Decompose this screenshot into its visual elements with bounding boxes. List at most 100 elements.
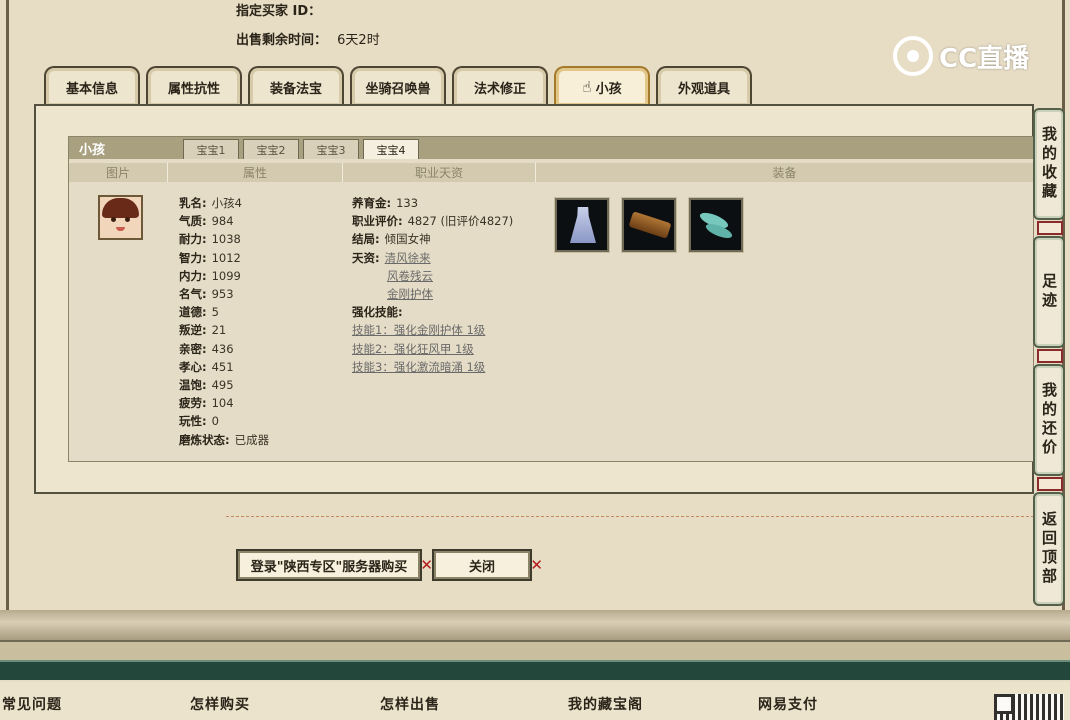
close-mark-icon: ✕ xyxy=(530,556,543,574)
tab-appearance-items[interactable]: 外观道具 xyxy=(656,66,752,106)
skill-row: 技能3：强化激流暗涌 1级 xyxy=(352,358,513,376)
side-nav-label: 足迹 xyxy=(1040,273,1058,311)
dashed-divider xyxy=(226,516,1034,517)
attr-key: 叛逆: xyxy=(179,323,207,338)
column-header-career: 职业天资 xyxy=(343,163,535,182)
career-row: 职业评价: 4827 (旧评价4827) xyxy=(352,212,513,230)
close-button[interactable]: 关闭 ✕ xyxy=(432,549,543,581)
side-nav-connector xyxy=(1037,349,1063,363)
equipment-slot-dress[interactable] xyxy=(555,198,609,252)
cc-logo-icon xyxy=(893,36,933,76)
attr-row: 乳名: 小孩4 xyxy=(179,194,269,212)
attr-row: 内力: 1099 xyxy=(179,267,269,285)
tab-mount-summon[interactable]: 坐骑召唤兽 xyxy=(350,66,446,106)
side-nav-my-favorites[interactable]: 我的收藏 xyxy=(1033,108,1065,220)
qr-code-icon xyxy=(994,694,1064,720)
attr-row: 磨炼状态: 已成器 xyxy=(179,431,269,449)
attr-value: 984 xyxy=(211,214,234,229)
bottom-decoration xyxy=(0,640,1070,660)
attribute-list: 乳名: 小孩4 气质: 984 耐力: 1038 智力: 1012 内力: 1099 名气… xyxy=(179,194,269,449)
attr-value: 104 xyxy=(211,396,234,411)
sale-remaining-time-value: 6天2时 xyxy=(337,33,380,48)
column-header-equipment: 装备 xyxy=(536,163,1033,182)
equipment-slot-guqin[interactable] xyxy=(622,198,676,252)
attr-row: 亲密: 436 xyxy=(179,340,269,358)
footer-link-netease-pay[interactable]: 网易支付 xyxy=(758,694,818,714)
side-nav-my-counteroffer[interactable]: 我的还价 xyxy=(1033,364,1065,476)
close-button-label: 关闭 xyxy=(468,559,495,575)
attr-row: 智力: 1012 xyxy=(179,249,269,267)
attr-row: 疲劳: 104 xyxy=(179,394,269,412)
talent-link[interactable]: 金刚护体 xyxy=(387,285,513,303)
attr-row: 耐力: 1038 xyxy=(179,230,269,248)
talent-link[interactable]: 风卷残云 xyxy=(387,267,513,285)
tab-spell-correction[interactable]: 法术修正 xyxy=(452,66,548,106)
left-frame-line xyxy=(6,0,9,610)
career-key: 养育金: xyxy=(352,196,392,210)
sub-tab-baby-4[interactable]: 宝宝4 xyxy=(363,139,419,159)
footer-link-how-to-buy[interactable]: 怎样购买 xyxy=(190,694,250,714)
attr-key: 名气: xyxy=(179,287,207,302)
skill-link[interactable]: 技能2：强化狂风甲 1级 xyxy=(352,342,474,356)
career-key: 结局: xyxy=(352,232,380,247)
career-value: 4827 (旧评价4827) xyxy=(407,214,514,229)
attr-value: 1038 xyxy=(211,232,241,247)
career-row: 天资: 清风徐来 xyxy=(352,249,513,267)
attr-value: 436 xyxy=(211,341,234,356)
footer-nav: 常见问题 怎样购买 怎样出售 我的藏宝阁 网易支付 xyxy=(0,682,1070,720)
skill-link[interactable]: 技能1：强化金刚护体 1级 xyxy=(352,323,485,337)
attr-value: 1012 xyxy=(211,250,241,265)
avatar-eye xyxy=(111,217,116,222)
buy-on-shaanxi-server-button[interactable]: 登录"陕西专区"服务器购买 ✕ xyxy=(236,549,433,581)
sub-tab-baby-1[interactable]: 宝宝1 xyxy=(183,139,239,159)
equipment-slot-shoes[interactable] xyxy=(689,198,743,252)
sub-tab-baby-3[interactable]: 宝宝3 xyxy=(303,139,359,159)
sale-remaining-time-row: 出售剩余时间： 6天2时 xyxy=(236,29,380,48)
attr-key: 孝心: xyxy=(179,359,207,374)
tab-basic-info[interactable]: 基本信息 xyxy=(44,66,140,106)
attr-key: 耐力: xyxy=(179,232,207,247)
career-row: 强化技能: xyxy=(352,303,513,321)
side-nav-back-to-top[interactable]: 返回顶部 xyxy=(1033,492,1065,606)
attr-value: 已成器 xyxy=(234,432,270,447)
footer-link-faq[interactable]: 常见问题 xyxy=(2,694,62,714)
tab-attribute-resistance[interactable]: 属性抗性 xyxy=(146,66,242,106)
attr-key: 亲密: xyxy=(179,341,207,356)
child-detail-title: 小孩 xyxy=(79,142,106,158)
career-value: 133 xyxy=(396,196,419,210)
career-row: 结局: 倾国女神 xyxy=(352,230,513,248)
attr-value: 1099 xyxy=(211,268,241,283)
designated-buyer-label: 指定买家 ID： xyxy=(236,4,322,19)
side-nav-label: 返回顶部 xyxy=(1040,511,1058,587)
talent-link[interactable]: 清风徐来 xyxy=(385,251,431,265)
footer-link-how-to-sell[interactable]: 怎样出售 xyxy=(380,694,440,714)
attr-key: 玩性: xyxy=(179,414,207,429)
hand-cursor-icon: ☝ xyxy=(582,78,592,96)
tab-child[interactable]: ☝ 小孩 xyxy=(554,66,650,106)
side-nav-footprints[interactable]: 足迹 xyxy=(1033,236,1065,348)
buy-button-label: 登录"陕西专区"服务器购买 xyxy=(250,559,408,575)
tab-equipment-treasure[interactable]: 装备法宝 xyxy=(248,66,344,106)
sub-tab-baby-2[interactable]: 宝宝2 xyxy=(243,139,299,159)
attr-row: 温饱: 495 xyxy=(179,376,269,394)
skill-link[interactable]: 技能3：强化激流暗涌 1级 xyxy=(352,360,485,374)
attr-key: 磨炼状态: xyxy=(179,432,230,447)
cc-logo-text: CC直播 xyxy=(939,43,1030,74)
cc-live-logo: CC直播 xyxy=(893,36,1029,76)
child-detail-header: 小孩 宝宝1 宝宝2 宝宝3 宝宝4 xyxy=(69,137,1033,159)
attr-row: 道德: 5 xyxy=(179,303,269,321)
avatar-eye xyxy=(125,217,130,222)
bottom-decoration xyxy=(0,610,1070,640)
side-nav-label: 我的收藏 xyxy=(1040,126,1058,202)
column-header-image: 图片 xyxy=(69,163,167,182)
attr-value: 0 xyxy=(211,414,219,429)
footer-link-my-treasure-pavilion[interactable]: 我的藏宝阁 xyxy=(568,694,643,714)
skill-row: 技能1：强化金刚护体 1级 xyxy=(352,321,513,339)
career-row: 养育金: 133 xyxy=(352,194,513,212)
attr-value: 451 xyxy=(211,359,234,374)
guqin-icon xyxy=(628,211,672,239)
attr-key: 内力: xyxy=(179,268,207,283)
attr-value: 21 xyxy=(211,323,227,338)
attr-row: 叛逆: 21 xyxy=(179,321,269,339)
career-key: 强化技能: xyxy=(352,305,403,320)
